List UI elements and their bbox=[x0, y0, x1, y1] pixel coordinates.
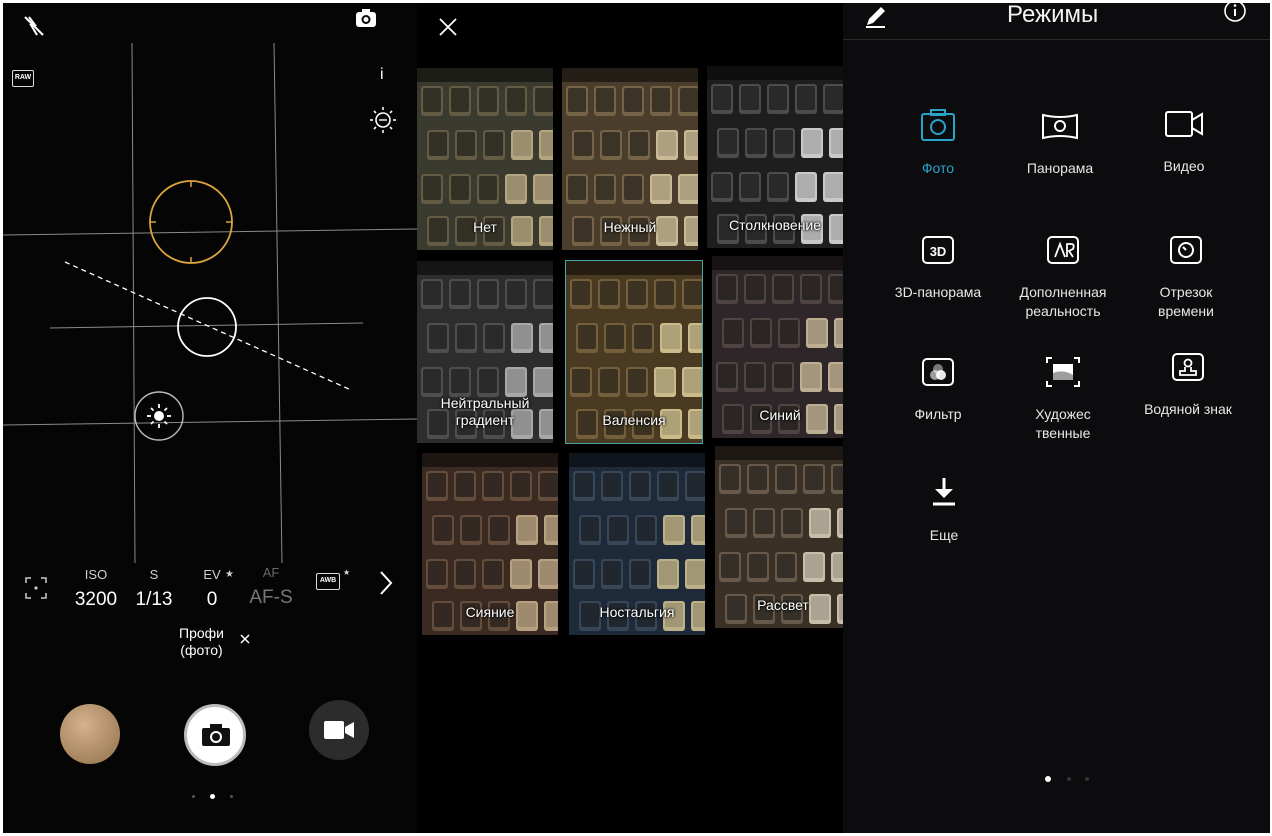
mode-label: Отрезок времени bbox=[1158, 284, 1214, 319]
filter-label: Рассвет bbox=[757, 597, 809, 613]
filter-tile[interactable]: Нейтральный градиент bbox=[417, 261, 553, 443]
filter-tile[interactable]: Рассвет bbox=[715, 446, 851, 628]
video-camera-icon bbox=[324, 721, 354, 739]
gallery-thumbnail[interactable] bbox=[60, 704, 120, 764]
filter-label: Столкновение bbox=[728, 217, 822, 233]
shutter-label: S bbox=[149, 567, 159, 582]
mode-name: Профи (фото) bbox=[179, 625, 224, 658]
filter-label: Сияние bbox=[465, 604, 515, 620]
panorama-icon bbox=[1042, 113, 1078, 140]
filter-label: Нейтральный градиент bbox=[440, 395, 530, 428]
mode-item[interactable]: Еще bbox=[879, 470, 1009, 545]
download-icon bbox=[933, 478, 955, 506]
mode-item[interactable]: Водяной знак bbox=[1123, 344, 1253, 419]
filter-tile[interactable]: Ностальгия bbox=[569, 453, 705, 635]
mode-item[interactable]: Фото bbox=[873, 103, 1003, 178]
metering-sun-icon[interactable] bbox=[133, 390, 185, 442]
awb-badge: AWB bbox=[316, 573, 340, 590]
filter-tile[interactable]: Валенсия bbox=[565, 260, 703, 444]
filter-icon bbox=[922, 358, 954, 386]
svg-text:3D: 3D bbox=[930, 244, 947, 259]
mode-label: Видео bbox=[1163, 158, 1205, 174]
modes-screen: Режимы Фото Панорама Видео 3D 3D-панорама Доп… bbox=[843, 3, 1270, 833]
filter-label: Валенсия bbox=[602, 412, 666, 428]
filter-tile[interactable]: Нежный bbox=[562, 68, 698, 250]
camera-icon bbox=[202, 724, 230, 746]
mode-item[interactable]: Дополненная реальность bbox=[998, 227, 1128, 321]
mode-item[interactable]: Панорама bbox=[995, 103, 1125, 178]
filter-picker-screen: Нет Нежный Столкновение Нейтральный гради… bbox=[417, 3, 853, 833]
mode-label: Фильтр bbox=[914, 406, 962, 422]
chevron-right-icon[interactable] bbox=[377, 569, 395, 597]
close-mode-icon[interactable] bbox=[239, 633, 251, 645]
ar-icon bbox=[1047, 236, 1079, 264]
page-indicator bbox=[192, 793, 233, 801]
filter-tile[interactable]: Синий bbox=[712, 256, 848, 438]
af-value: AF-S bbox=[249, 587, 293, 608]
filter-label: Нежный bbox=[603, 219, 657, 235]
filter-tile[interactable]: Нет bbox=[417, 68, 553, 250]
mode-label: Еще bbox=[929, 527, 959, 543]
focus-ring[interactable] bbox=[147, 178, 235, 266]
awb-control[interactable]: AWB ★ bbox=[316, 568, 350, 590]
3d-panorama-icon: 3D bbox=[922, 236, 954, 264]
mode-item[interactable]: Художес твенные bbox=[998, 349, 1128, 443]
ev-value: 0 bbox=[206, 589, 218, 610]
viewfinder-grid bbox=[3, 42, 417, 563]
close-icon[interactable] bbox=[438, 17, 458, 37]
filter-tile[interactable]: Сияние bbox=[422, 453, 558, 635]
mode-label: Водяной знак bbox=[1144, 401, 1232, 417]
camera-icon bbox=[921, 109, 955, 141]
edit-icon[interactable] bbox=[863, 5, 889, 29]
mode-label: Художес твенные bbox=[1035, 406, 1091, 441]
mode-item[interactable]: 3D 3D-панорама bbox=[873, 227, 1003, 302]
header-divider bbox=[843, 39, 1270, 40]
mode-label: Панорама bbox=[1026, 160, 1094, 176]
af-label: AF bbox=[262, 565, 280, 580]
shutter-value: 1/13 bbox=[135, 589, 173, 610]
filter-tile[interactable]: Столкновение bbox=[707, 66, 843, 248]
video-icon bbox=[1165, 111, 1203, 137]
filter-label: Синий bbox=[759, 407, 801, 423]
mode-item[interactable]: Видео bbox=[1119, 101, 1249, 176]
page-indicator bbox=[1045, 776, 1095, 784]
watermark-icon bbox=[1172, 353, 1204, 381]
mode-label: 3D-панорама bbox=[894, 284, 982, 300]
shutter-button[interactable] bbox=[184, 704, 246, 766]
artistic-icon bbox=[1046, 357, 1080, 387]
mode-label: Дополненная реальность bbox=[1019, 284, 1107, 319]
video-record-button[interactable] bbox=[309, 700, 369, 760]
timelapse-icon bbox=[1170, 236, 1202, 264]
metering-mode-icon[interactable] bbox=[24, 576, 48, 600]
page-title: Режимы bbox=[1007, 3, 1099, 28]
filter-label: Нет bbox=[473, 219, 497, 235]
filter-label: Ностальгия bbox=[599, 604, 675, 620]
pro-camera-screen: RAW i ISO 3200 S 1/13 EV ★ 0 AF AF-S AWB… bbox=[3, 3, 417, 833]
iso-value: 3200 bbox=[74, 589, 118, 610]
iso-label: ISO bbox=[84, 567, 108, 582]
mode-item[interactable]: Отрезок времени bbox=[1121, 227, 1251, 321]
awb-star-icon: ★ bbox=[343, 568, 351, 577]
level-indicator bbox=[177, 297, 237, 357]
info-icon[interactable] bbox=[1223, 3, 1247, 23]
mode-item[interactable]: Фильтр bbox=[873, 349, 1003, 424]
mode-label: Фото bbox=[921, 160, 955, 176]
ev-star-icon: ★ bbox=[225, 569, 234, 580]
